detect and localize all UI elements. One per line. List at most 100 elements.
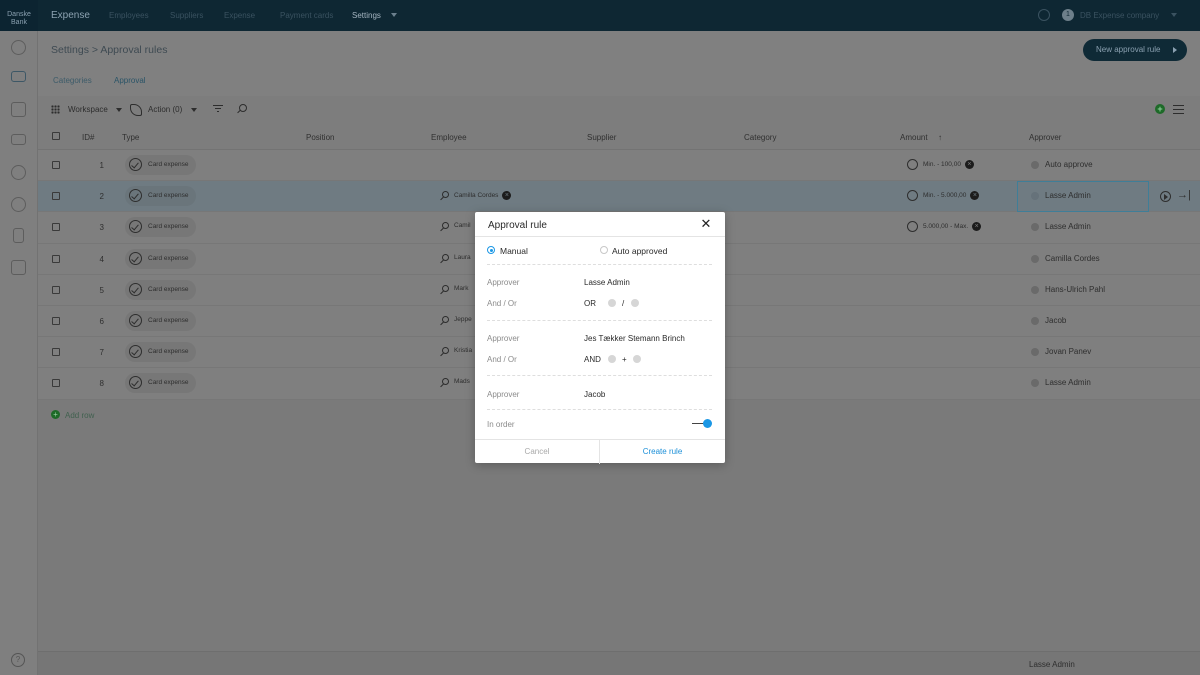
column-type[interactable]: Type: [122, 133, 139, 142]
operator-toggle-dot[interactable]: [631, 299, 639, 307]
clear-icon[interactable]: ×: [972, 222, 982, 232]
bookmark-icon[interactable]: [13, 228, 24, 243]
select-all-checkbox[interactable]: [52, 132, 60, 140]
qr-icon[interactable]: [11, 260, 26, 275]
operator-2-value[interactable]: AND: [584, 355, 601, 364]
approver-value[interactable]: Lasse Admin: [1030, 222, 1091, 232]
row-checkbox[interactable]: [52, 192, 60, 201]
row-checkbox[interactable]: [52, 161, 60, 169]
approver-value[interactable]: Lasse Admin: [1030, 378, 1091, 388]
approver-value[interactable]: Camilla Cordes: [1030, 254, 1100, 263]
type-chip[interactable]: Card expense: [125, 186, 197, 207]
operator-toggle-dot[interactable]: [633, 355, 641, 363]
grid-icon[interactable]: [11, 102, 26, 117]
chevron-down-icon[interactable]: [191, 108, 197, 112]
card-icon[interactable]: [11, 71, 26, 82]
gear-icon[interactable]: [11, 165, 26, 180]
settings-sliders-icon[interactable]: [1173, 105, 1184, 114]
amount-filter[interactable]: Min. - 100,00 ×: [906, 159, 974, 170]
cancel-button[interactable]: Cancel: [475, 440, 600, 464]
search-icon[interactable]: [239, 104, 247, 112]
type-chip[interactable]: Card expense: [125, 373, 197, 394]
employee-filter[interactable]: Jeppe: [440, 315, 472, 323]
grid-icon[interactable]: [51, 105, 60, 114]
manual-label[interactable]: Manual: [500, 246, 528, 256]
chevron-down-icon[interactable]: [116, 108, 122, 112]
add-icon[interactable]: +: [1155, 104, 1165, 114]
type-chip[interactable]: Card expense: [125, 248, 197, 269]
row-checkbox[interactable]: [52, 348, 60, 357]
auto-approved-label[interactable]: Auto approved: [612, 246, 667, 256]
row-checkbox[interactable]: [52, 254, 60, 263]
employee-filter[interactable]: Camilla Cordes ×: [440, 191, 512, 201]
clear-icon[interactable]: ×: [964, 160, 974, 169]
type-chip[interactable]: Card expense: [125, 310, 197, 331]
tab-categories[interactable]: Categories: [53, 76, 92, 85]
play-icon[interactable]: [1160, 191, 1171, 203]
company-selector[interactable]: DB Expense company: [1080, 11, 1159, 20]
employee-filter[interactable]: Camil: [440, 222, 471, 230]
approver-value[interactable]: Lasse Admin: [1030, 191, 1091, 201]
nav-settings[interactable]: Settings: [352, 11, 381, 20]
employee-filter[interactable]: Mads: [440, 378, 470, 386]
operator-toggle-dot[interactable]: [608, 299, 616, 307]
column-amount[interactable]: Amount: [900, 133, 928, 142]
approver-2-value[interactable]: Jes Tækker Stemann Brinch: [584, 334, 685, 343]
nav-expense[interactable]: Expense: [224, 11, 255, 20]
row-checkbox[interactable]: [52, 316, 60, 325]
column-supplier[interactable]: Supplier: [587, 133, 616, 142]
nav-payment-cards[interactable]: Payment cards: [280, 11, 333, 20]
briefcase-icon[interactable]: [11, 134, 26, 145]
notification-badge[interactable]: 1: [1062, 9, 1074, 21]
type-chip[interactable]: Card expense: [125, 279, 197, 300]
approver-3-value[interactable]: Jacob: [584, 390, 605, 399]
clear-icon[interactable]: ×: [970, 191, 980, 201]
in-order-toggle[interactable]: [692, 419, 712, 429]
row-checkbox[interactable]: [52, 285, 60, 294]
table-row[interactable]: 1 Card expense Min. - 100,00 × Auto appro…: [38, 150, 1200, 182]
add-row-button[interactable]: Add row: [51, 410, 94, 420]
action-dropdown[interactable]: Action (0): [148, 105, 182, 114]
column-employee[interactable]: Employee: [431, 133, 467, 142]
employee-filter[interactable]: Laura: [440, 253, 471, 261]
column-approver[interactable]: Approver: [1029, 133, 1061, 142]
nav-employees[interactable]: Employees: [109, 11, 149, 20]
arrow-right-icon[interactable]: →|: [1177, 189, 1191, 201]
rocket-icon[interactable]: [130, 104, 142, 116]
help-icon[interactable]: ?: [11, 653, 25, 667]
approver-value[interactable]: Jacob: [1030, 316, 1066, 325]
table-row[interactable]: 2 Card expense Camilla Cordes × Min. - 5.…: [38, 181, 1200, 213]
operator-1-value[interactable]: OR: [584, 299, 596, 308]
column-position[interactable]: Position: [306, 133, 334, 142]
clear-icon[interactable]: ×: [502, 191, 512, 201]
employee-filter[interactable]: Kristia: [440, 347, 472, 355]
amount-filter[interactable]: Min. - 5.000,00 ×: [906, 190, 980, 202]
row-checkbox[interactable]: [52, 223, 60, 232]
approver-1-value[interactable]: Lasse Admin: [584, 278, 630, 287]
close-icon[interactable]: ✕: [699, 217, 713, 231]
type-chip[interactable]: Card expense: [125, 217, 197, 238]
column-id[interactable]: ID#: [82, 133, 94, 142]
type-chip[interactable]: Card expense: [125, 155, 197, 175]
tab-approval[interactable]: Approval: [114, 76, 146, 85]
row-checkbox[interactable]: [52, 379, 60, 388]
auto-approved-radio[interactable]: [600, 246, 608, 254]
nav-suppliers[interactable]: Suppliers: [170, 11, 203, 20]
operator-toggle-dot[interactable]: [608, 355, 616, 363]
chevron-down-icon[interactable]: [1171, 13, 1177, 17]
approver-value[interactable]: Hans-Ulrich Pahl: [1030, 285, 1105, 294]
sort-arrow-up-icon[interactable]: ↑: [938, 133, 942, 142]
create-rule-button[interactable]: Create rule: [600, 440, 725, 464]
column-category[interactable]: Category: [744, 133, 776, 142]
workspace-dropdown[interactable]: Workspace: [68, 105, 108, 114]
chevron-down-icon[interactable]: [391, 13, 397, 17]
user-icon[interactable]: [1038, 9, 1050, 21]
amount-filter[interactable]: 5.000,00 - Max. ×: [906, 221, 982, 233]
add-circle-icon[interactable]: [11, 197, 26, 212]
manual-radio[interactable]: [487, 246, 495, 254]
approver-value[interactable]: Jovan Panev: [1030, 347, 1091, 357]
employee-filter[interactable]: Mark: [440, 284, 468, 292]
filter-icon[interactable]: [213, 105, 223, 114]
crown-icon[interactable]: [11, 40, 26, 55]
new-approval-rule-button[interactable]: New approval rule: [1083, 39, 1187, 61]
